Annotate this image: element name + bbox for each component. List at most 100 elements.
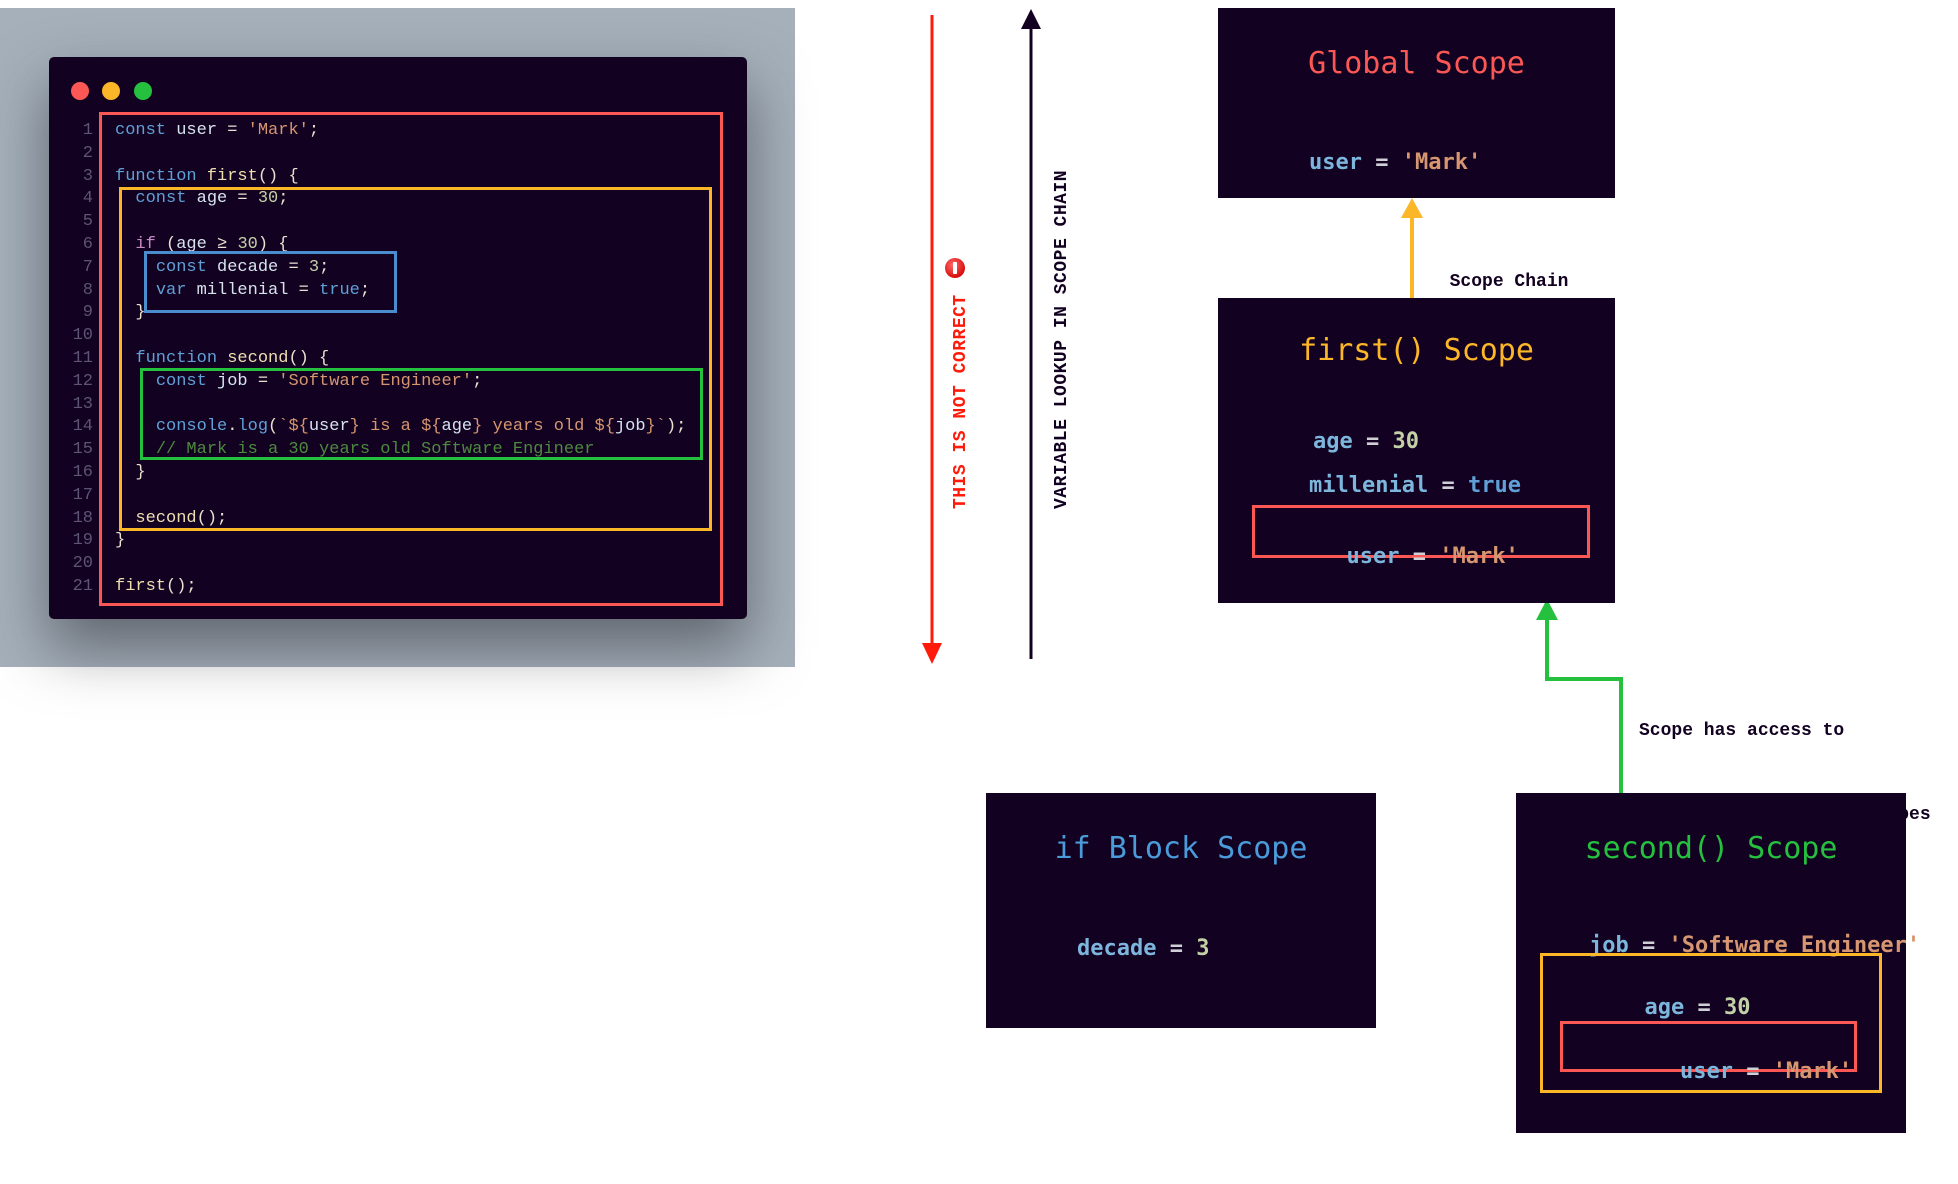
line-number: 18 bbox=[72, 508, 93, 528]
line-code: const user = 'Mark'; bbox=[115, 120, 319, 143]
code-token: } bbox=[115, 463, 146, 482]
lookup-label: VARIABLE LOOKUP IN SCOPE CHAIN bbox=[1052, 169, 1072, 509]
line-number: 20 bbox=[72, 554, 93, 574]
line-number: 13 bbox=[72, 394, 93, 414]
code-token: ) { bbox=[257, 235, 289, 254]
not-correct-label: THIS IS NOT CORRECT bbox=[951, 294, 971, 509]
code-token: ; bbox=[359, 280, 371, 300]
first-inherited-global-box: user = 'Mark' bbox=[1252, 505, 1590, 569]
line-number: 3 bbox=[82, 166, 93, 186]
line-code: const decade = 3; bbox=[115, 257, 329, 280]
line-number: 19 bbox=[72, 531, 93, 551]
line-number: 7 bbox=[82, 257, 93, 277]
line-number: 11 bbox=[72, 349, 93, 368]
line-code: } bbox=[115, 302, 146, 325]
code-token: = bbox=[278, 257, 309, 277]
code-token: }` bbox=[645, 417, 666, 437]
stop-icon bbox=[945, 258, 965, 278]
scope-chain-arrow bbox=[1401, 198, 1423, 298]
code-token: first bbox=[206, 166, 258, 186]
code-token: var bbox=[155, 280, 187, 300]
close-dot-icon bbox=[71, 82, 89, 100]
line-number: 16 bbox=[72, 463, 93, 482]
code-token: ); bbox=[665, 417, 687, 437]
code-token: 30 bbox=[237, 235, 258, 254]
line-number: 6 bbox=[82, 235, 93, 254]
line-code: } bbox=[115, 462, 146, 485]
lookup-arrow bbox=[1021, 9, 1041, 659]
line-number: 1 bbox=[82, 121, 93, 140]
access-note-line-1: Scope has access to bbox=[1639, 721, 1845, 741]
code-token: } bbox=[115, 303, 146, 323]
code-token: millenial bbox=[196, 280, 289, 300]
line-code: first(); bbox=[115, 576, 197, 599]
if-var-decade: decade = 3 bbox=[1076, 936, 1210, 961]
code-token: function bbox=[135, 349, 218, 368]
global-scope-box: Global Scope user = 'Mark' bbox=[1218, 8, 1615, 198]
code-token: log bbox=[237, 417, 269, 437]
line-code: function second() { bbox=[115, 348, 329, 371]
second-inherited-first-box: age = 30 user = 'Mark' bbox=[1540, 953, 1882, 1093]
code-token: const bbox=[155, 371, 207, 391]
line-code: // Mark is a 30 years old Software Engin… bbox=[115, 439, 595, 462]
code-token: // Mark is a 30 years old Software Engin… bbox=[155, 440, 595, 460]
code-token: ; bbox=[472, 371, 483, 391]
code-token: = bbox=[288, 280, 320, 300]
second-inherited-global-box: user = 'Mark' bbox=[1560, 1021, 1857, 1084]
if-block-scope-title: if Block Scope bbox=[1054, 831, 1308, 866]
code-token: age bbox=[176, 235, 207, 254]
second-scope-box: second() Scope job = 'Software Engineer'… bbox=[1516, 793, 1920, 1133]
code-token: first bbox=[115, 577, 167, 596]
code-window: 1 const user = 'Mark'; 2 3 function first () … bbox=[49, 57, 747, 619]
code-token: ; bbox=[278, 189, 289, 209]
code-token: = bbox=[247, 371, 279, 391]
line-number: 5 bbox=[82, 212, 93, 232]
line-code: const job = 'Software Engineer'; bbox=[115, 371, 482, 394]
code-token: ; bbox=[308, 121, 320, 140]
line-number: 4 bbox=[82, 189, 93, 209]
code-token: `${ bbox=[278, 417, 309, 437]
line-number: 21 bbox=[72, 577, 93, 596]
if-block-scope-box: if Block Scope decade = 3 bbox=[986, 793, 1376, 1028]
code-token: (); bbox=[196, 508, 228, 528]
line-number: 15 bbox=[72, 440, 93, 460]
line-code: const age = 30; bbox=[115, 188, 288, 211]
code-token: () { bbox=[288, 349, 330, 368]
first-scope-title: first() Scope bbox=[1299, 333, 1534, 368]
line-number: 10 bbox=[72, 326, 93, 346]
code-token: if bbox=[135, 235, 156, 254]
line-number: 12 bbox=[72, 371, 93, 391]
line-number: 8 bbox=[82, 280, 93, 300]
code-token: true bbox=[319, 280, 360, 300]
code-token: } is a ${ bbox=[349, 417, 442, 437]
line-code: } bbox=[115, 530, 125, 553]
code-token: . bbox=[227, 417, 238, 437]
code-token: (); bbox=[166, 577, 197, 596]
scope-chain-label: Scope Chain bbox=[1428, 240, 1569, 296]
code-token: = bbox=[227, 189, 258, 209]
line-number: 2 bbox=[82, 143, 93, 163]
global-scope-title: Global Scope bbox=[1308, 46, 1525, 81]
code-token: = bbox=[217, 121, 248, 140]
global-var-user: user = 'Mark' bbox=[1308, 150, 1482, 175]
code-token: const bbox=[155, 257, 207, 277]
code-token: 'Software Engineer' bbox=[278, 371, 473, 391]
line-number: 17 bbox=[72, 485, 93, 505]
code-token: second bbox=[135, 508, 197, 528]
code-token: user bbox=[176, 121, 218, 140]
line-code: console.log(`${user} is a ${age} years o… bbox=[115, 416, 687, 439]
code-token: user bbox=[308, 417, 350, 437]
